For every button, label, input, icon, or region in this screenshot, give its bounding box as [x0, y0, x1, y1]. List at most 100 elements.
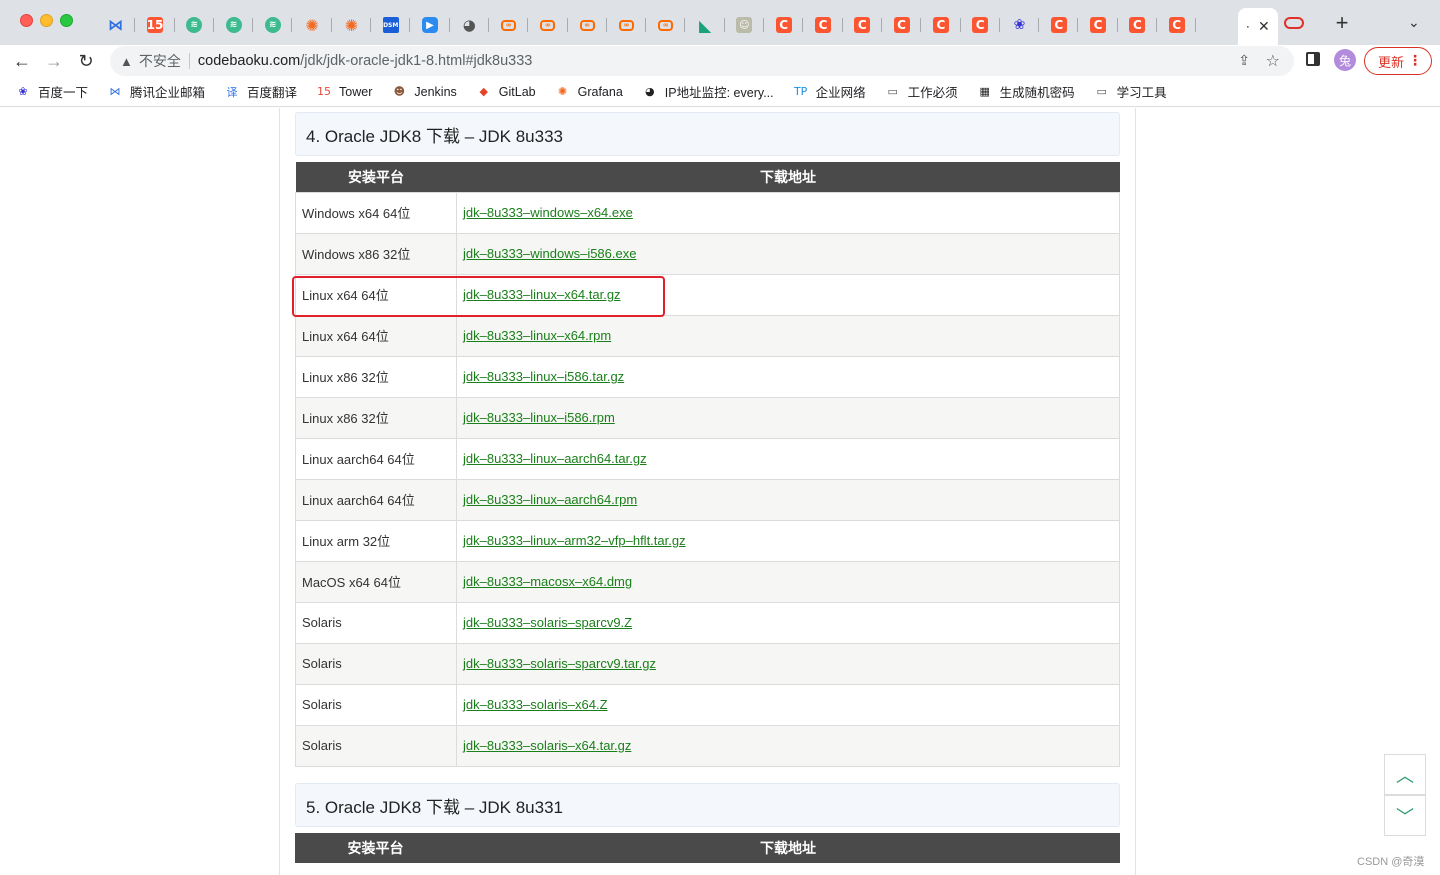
download-link[interactable]: jdk–8u333–solaris–x64.Z: [463, 697, 608, 712]
back-button[interactable]: ←: [10, 49, 34, 73]
bookmark-item[interactable]: TP 企业网络: [793, 82, 866, 101]
download-cell: jdk–8u333–linux–aarch64.rpm: [456, 478, 1120, 521]
scroll-to-bottom-button[interactable]: ﹀: [1384, 795, 1426, 836]
update-label: 更新: [1378, 54, 1405, 70]
download-link[interactable]: jdk–8u333–linux–arm32–vfp–hflt.tar.gz: [463, 533, 686, 548]
browser-tab[interactable]: ◣: [685, 10, 726, 40]
address-bar[interactable]: ▲ 不安全 codebaoku.com/jdk/jdk-oracle-jdk1-…: [110, 46, 1294, 76]
browser-tab[interactable]: C: [1039, 10, 1079, 40]
browser-tab[interactable]: 15: [135, 10, 175, 40]
browser-tab[interactable]: ∞: [646, 10, 686, 40]
browser-tab[interactable]: ≋: [214, 10, 254, 40]
share-icon[interactable]: ⇪: [1238, 52, 1250, 69]
browser-tab[interactable]: C: [843, 10, 883, 40]
chevron-down-icon: ﹀: [1396, 806, 1414, 827]
column-header-download: 下载地址: [456, 162, 1120, 192]
csdn-icon: C: [1168, 17, 1185, 33]
page-viewport: 4. Oracle JDK8 下载 – JDK 8u333 安装平台 下载地址 …: [0, 108, 1440, 875]
bookmarks-bar: ❀ 百度一下 ⋈ 腾讯企业邮箱 译百度翻译 15 Tower ☻ Jenkins ◆ GitLab ✺…: [0, 77, 1440, 107]
browser-tab[interactable]: C: [803, 10, 843, 40]
browser-tab[interactable]: ∞: [607, 10, 647, 40]
active-tab[interactable]: ⸱ ✕: [1238, 8, 1278, 45]
section-heading-8u333: 4. Oracle JDK8 下载 – JDK 8u333: [295, 112, 1120, 156]
download-link[interactable]: jdk–8u333–macosx–x64.dmg: [463, 574, 632, 589]
browser-tab[interactable]: C: [961, 10, 1001, 40]
more-menu-icon[interactable]: ⋮: [1408, 52, 1422, 69]
browser-tab[interactable]: C: [1118, 10, 1158, 40]
download-link[interactable]: jdk–8u333–linux–i586.tar.gz: [463, 369, 624, 384]
bookmark-item[interactable]: ❀ 百度一下: [15, 82, 88, 101]
bookmark-item[interactable]: ▦ 生成随机密码: [977, 82, 1074, 101]
browser-tab[interactable]: C: [1157, 10, 1197, 40]
browser-tab[interactable]: ✺: [292, 10, 333, 40]
browser-tab[interactable]: C: [1078, 10, 1119, 40]
new-tab-button[interactable]: +: [1330, 10, 1354, 36]
download-link[interactable]: jdk–8u333–solaris–sparcv9.Z: [463, 615, 632, 630]
close-window-button[interactable]: [20, 14, 33, 27]
bookmark-star-icon[interactable]: ☆: [1266, 51, 1280, 71]
maximize-window-button[interactable]: [60, 14, 73, 27]
scroll-to-top-button[interactable]: ︿: [1384, 754, 1426, 795]
download-link[interactable]: jdk–8u333–solaris–sparcv9.tar.gz: [463, 656, 656, 671]
bookmark-item[interactable]: ▭ 工作必须: [885, 82, 957, 101]
tab-strip: ⋈ 15 ≋ ≋ ≋ ✺ ✺ DSM ▶ ◕ ∞ ∞ ∞ ∞ ∞ ◣ ☺ C C C C C C ❀ C C C C: [96, 10, 1197, 40]
browser-tab[interactable]: ∞: [489, 10, 529, 40]
browser-tab[interactable]: ≋: [175, 10, 215, 40]
profile-avatar[interactable]: 兔: [1334, 49, 1356, 71]
link-icon: ∞: [579, 19, 595, 31]
grafana-icon: ✺: [305, 15, 319, 35]
platform-cell: Linux x86 32位: [295, 355, 457, 398]
side-panel-icon[interactable]: [1306, 52, 1320, 66]
url-text[interactable]: codebaoku.com/jdk/jdk-oracle-jdk1-8.html…: [198, 53, 533, 69]
download-link[interactable]: jdk–8u333–windows–i586.exe: [463, 246, 636, 261]
browser-tab[interactable]: C: [764, 10, 804, 40]
browser-tab[interactable]: C: [882, 10, 922, 40]
close-tab-icon[interactable]: ✕: [1258, 18, 1270, 35]
download-link[interactable]: jdk–8u333–linux–x64.rpm: [463, 328, 611, 343]
warning-icon[interactable]: ▲: [120, 54, 133, 69]
bookmark-item[interactable]: ⋈ 腾讯企业邮箱: [107, 82, 206, 101]
download-cell: jdk–8u333–linux–i586.tar.gz: [456, 355, 1120, 398]
download-link[interactable]: jdk–8u333–linux–aarch64.rpm: [463, 492, 637, 507]
bookmark-item[interactable]: 译百度翻译: [224, 82, 298, 101]
bookmark-item[interactable]: ◆ GitLab: [476, 84, 536, 100]
minimize-window-button[interactable]: [40, 14, 53, 27]
platform-cell: Solaris: [295, 683, 457, 726]
csdn-icon: C: [1050, 17, 1067, 33]
browser-tab[interactable]: ✺: [332, 10, 372, 40]
browser-tab[interactable]: ∞: [528, 10, 568, 40]
table-row: Linux x86 32位 jdk–8u333–linux–i586.tar.gz: [295, 355, 1120, 398]
browser-tab[interactable]: DSM: [371, 10, 411, 40]
browser-tab[interactable]: ▶: [410, 10, 450, 40]
download-link[interactable]: jdk–8u333–linux–aarch64.tar.gz: [463, 451, 647, 466]
download-cell: jdk–8u333–linux–x64.rpm: [456, 314, 1120, 357]
browser-tab[interactable]: ❀: [1000, 10, 1040, 40]
download-link[interactable]: jdk–8u333–linux–i586.rpm: [463, 410, 615, 425]
reload-button[interactable]: ↻: [74, 49, 98, 73]
bookmark-item[interactable]: ◕ IP地址监控: every...: [642, 82, 774, 101]
bookmark-label: 百度一下: [38, 86, 89, 100]
browser-tab[interactable]: ◕: [450, 10, 490, 40]
table-header-row: 安装平台 下载地址: [295, 833, 1120, 863]
download-link[interactable]: jdk–8u333–windows–x64.exe: [463, 205, 633, 220]
browser-tab[interactable]: ∞: [568, 10, 608, 40]
bookmark-item[interactable]: 15 Tower: [316, 84, 372, 100]
table-row: MacOS x64 64位 jdk–8u333–macosx–x64.dmg: [295, 560, 1120, 603]
tab-favicon: ⸱: [1246, 20, 1250, 34]
forward-button[interactable]: →: [42, 49, 66, 73]
browser-tab[interactable]: ☺: [725, 10, 765, 40]
browser-tab[interactable]: ⋈: [96, 10, 136, 40]
download-link[interactable]: jdk–8u333–solaris–x64.tar.gz: [463, 738, 631, 753]
chevron-up-icon: ︿: [1396, 765, 1414, 786]
browser-tab[interactable]: ≋: [253, 10, 293, 40]
tab-search-icon[interactable]: ⌄: [1408, 14, 1420, 31]
browser-tab[interactable]: C: [921, 10, 961, 40]
insecure-label[interactable]: 不安全: [139, 51, 181, 71]
bookmark-item[interactable]: ▭ 学习工具: [1094, 82, 1166, 101]
bookmark-label: IP地址监控: every...: [664, 86, 774, 100]
bookmark-item[interactable]: ✺ Grafana: [555, 84, 623, 100]
update-button[interactable]: 更新 ⋮: [1364, 47, 1432, 75]
bookmark-item[interactable]: ☻ Jenkins: [391, 84, 457, 100]
oracle-tab-icon[interactable]: [1284, 17, 1304, 29]
highlight-box: [292, 276, 665, 317]
